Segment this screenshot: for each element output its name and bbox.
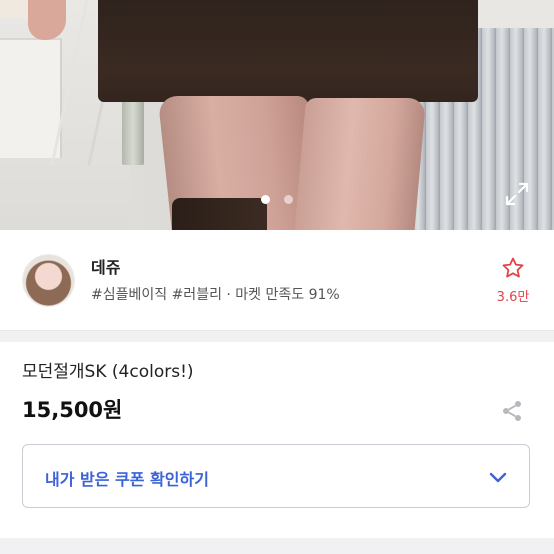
product-price: 15,500원 [22, 398, 123, 422]
photo-cabinet [0, 38, 62, 158]
coupon-label: 내가 받은 쿠폰 확인하기 [45, 470, 209, 489]
gallery-pagination[interactable] [261, 195, 293, 204]
product-image[interactable] [0, 0, 554, 230]
seller-tags: #심플베이직 #러블리 · 마켓 만족도 91% [91, 287, 340, 303]
section-divider-bottom [0, 538, 554, 554]
favorite-button[interactable]: 3.6만 [494, 256, 532, 305]
share-icon[interactable] [500, 399, 524, 423]
photo-leg-right [293, 98, 427, 230]
product-title: 모던절개SK (4colors!) [22, 362, 194, 382]
chevron-down-icon [489, 472, 507, 483]
seller-section[interactable]: 데쥬 #심플베이직 #러블리 · 마켓 만족도 91% 3.6만 [0, 230, 554, 330]
photo-boot [172, 198, 267, 230]
gallery-dot-1[interactable] [261, 195, 270, 204]
gallery-dot-2[interactable] [284, 195, 293, 204]
seller-avatar[interactable] [22, 254, 75, 307]
coupon-check-button[interactable]: 내가 받은 쿠폰 확인하기 [22, 444, 530, 508]
expand-icon[interactable] [504, 181, 530, 207]
favorite-count: 3.6만 [496, 290, 530, 305]
photo-wall [470, 0, 554, 30]
star-icon[interactable] [501, 256, 525, 280]
photo-bottle [122, 95, 144, 165]
seller-name[interactable]: 데쥬 [91, 254, 120, 278]
photo-skirt [98, 0, 478, 102]
section-divider [0, 330, 554, 342]
